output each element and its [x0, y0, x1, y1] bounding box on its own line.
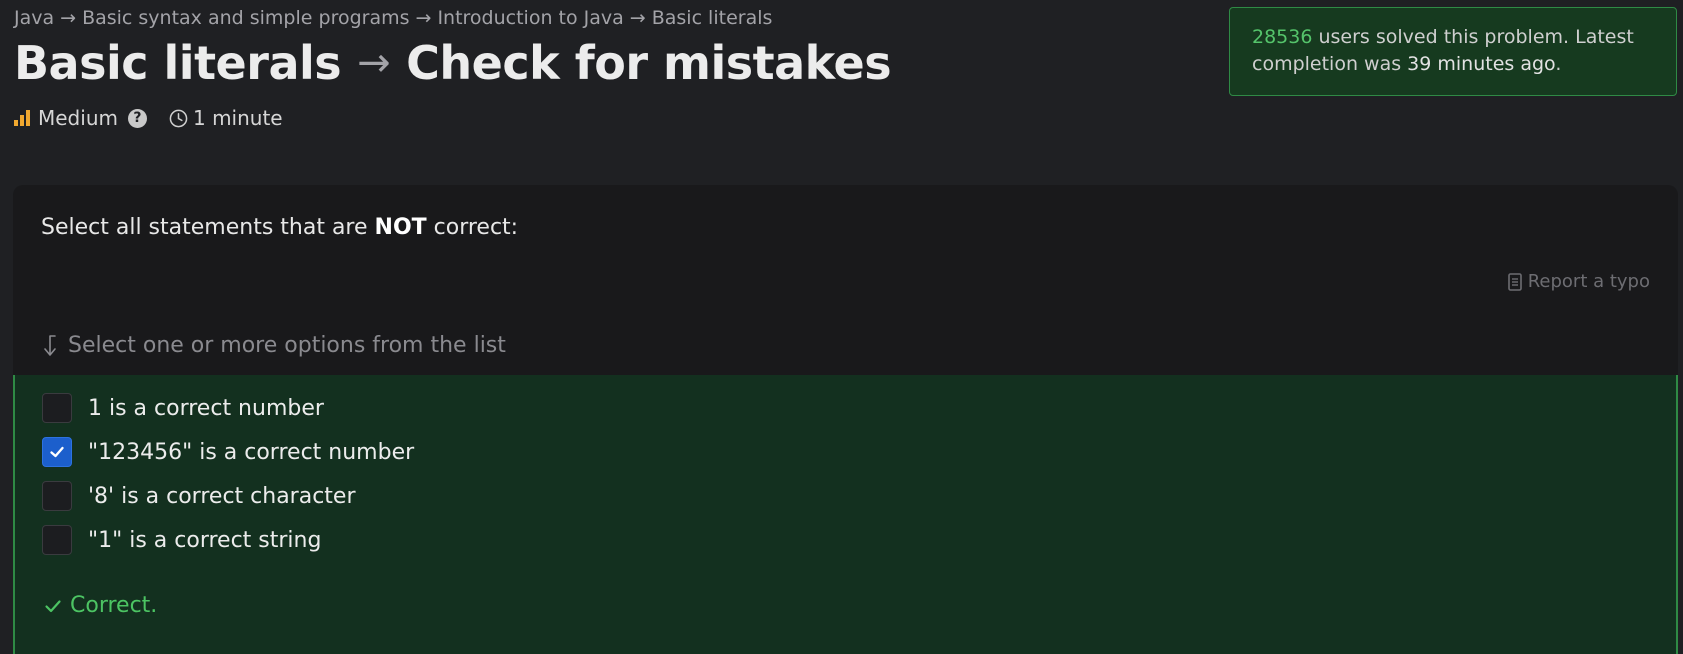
checkmark-icon — [50, 446, 64, 458]
problem-card: Select all statements that are NOT corre… — [13, 185, 1678, 654]
title-stage: Check for mistakes — [406, 36, 892, 90]
report-typo-button[interactable]: Report a typo — [1507, 271, 1650, 292]
option-label: 1 is a correct number — [88, 395, 324, 421]
arrow-down-turn-icon — [44, 334, 56, 356]
solved-count: 28536 — [1252, 26, 1313, 48]
breadcrumb-separator: → — [415, 7, 432, 29]
breadcrumb-item-basic-literals[interactable]: Basic literals — [652, 7, 773, 29]
clock-icon — [169, 109, 188, 127]
option-label: "1" is a correct string — [88, 527, 322, 553]
option-checkbox[interactable] — [42, 481, 72, 511]
title-topic: Basic literals — [14, 36, 342, 90]
result-text: Correct. — [70, 593, 158, 618]
selection-hint: Select one or more options from the list — [40, 333, 506, 358]
question-suffix: correct: — [426, 215, 519, 240]
option-label: '8' is a correct character — [88, 483, 356, 509]
options-list: 1 is a correct number "123456" is a corr… — [13, 375, 1678, 654]
difficulty-label: Medium — [38, 106, 118, 130]
question-prefix: Select all statements that are — [41, 215, 375, 240]
duration: 1 minute — [169, 106, 283, 130]
option-2[interactable]: "123456" is a correct number — [42, 437, 414, 467]
duration-label: 1 minute — [192, 106, 283, 130]
option-checkbox[interactable] — [42, 525, 72, 555]
document-icon — [1507, 272, 1522, 291]
solved-text-end: . — [1555, 53, 1562, 75]
option-3[interactable]: '8' is a correct character — [42, 481, 356, 511]
breadcrumb-item-basic-syntax[interactable]: Basic syntax and simple programs — [82, 7, 409, 29]
breadcrumb-item-intro-java[interactable]: Introduction to Java — [437, 7, 623, 29]
bars-icon — [14, 110, 30, 126]
breadcrumb-item-java[interactable]: Java — [14, 7, 54, 29]
option-4[interactable]: "1" is a correct string — [42, 525, 321, 555]
question-text: Select all statements that are NOT corre… — [41, 215, 518, 240]
option-1[interactable]: 1 is a correct number — [42, 393, 324, 423]
problem-meta: Medium ? 1 minute — [14, 106, 283, 130]
page-title: Basic literals → Check for mistakes — [14, 36, 892, 90]
breadcrumb-separator: → — [60, 7, 77, 29]
option-checkbox[interactable] — [42, 437, 72, 467]
option-checkbox[interactable] — [42, 393, 72, 423]
question-emphasis: NOT — [374, 215, 427, 240]
option-label: "123456" is a correct number — [88, 439, 415, 465]
help-icon[interactable]: ? — [127, 108, 147, 128]
result-feedback: Correct. — [44, 593, 157, 618]
page: Java → Basic syntax and simple programs … — [0, 0, 1683, 654]
report-typo-label: Report a typo — [1527, 271, 1650, 292]
title-arrow: → — [357, 40, 391, 86]
selection-hint-text: Select one or more options from the list — [68, 333, 506, 358]
check-icon — [45, 599, 61, 612]
breadcrumb-separator: → — [629, 7, 646, 29]
solved-info-box: 28536 users solved this problem. Latest … — [1229, 7, 1677, 96]
latest-completion-time: 39 minutes ago — [1407, 53, 1556, 75]
breadcrumb: Java → Basic syntax and simple programs … — [14, 7, 772, 29]
